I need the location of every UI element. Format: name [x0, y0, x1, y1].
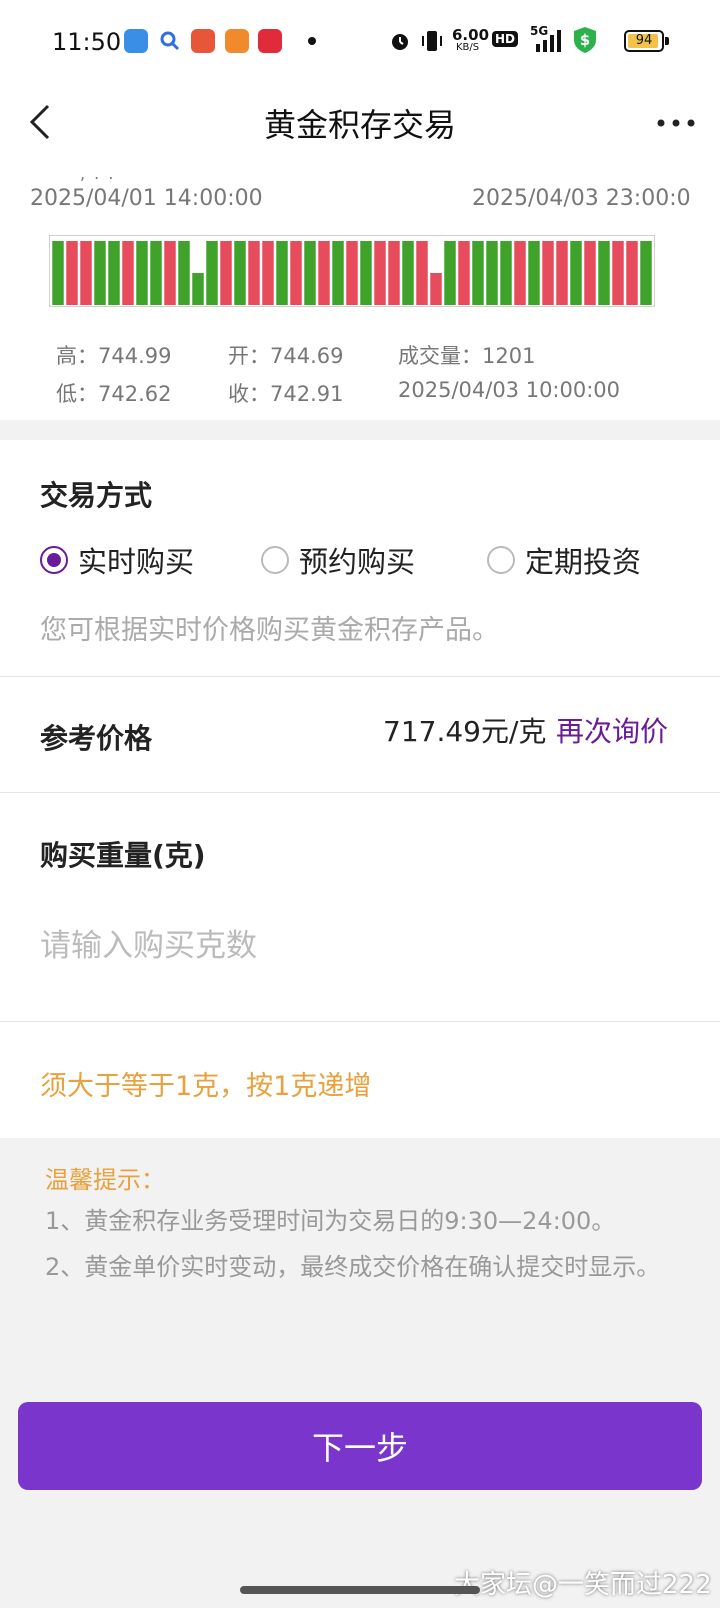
chart-bar[interactable]	[486, 241, 498, 305]
net-speed-unit: KB/S	[456, 42, 480, 53]
chart-bar[interactable]	[500, 241, 512, 305]
chart-bar[interactable]	[108, 241, 120, 305]
stat-volume: 成交量：1201	[398, 344, 536, 368]
chart-bar[interactable]	[570, 241, 582, 305]
bar-chart[interactable]	[49, 235, 655, 307]
chart-bar[interactable]	[458, 241, 470, 305]
chart-bar[interactable]	[206, 241, 218, 305]
radio-periodic-invest[interactable]: 定期投资	[487, 540, 641, 580]
chart-bar[interactable]	[192, 273, 204, 305]
radio-label: 预约购买	[299, 545, 416, 579]
weight-rule-hint: 须大于等于1克，按1克递增	[40, 1071, 372, 1102]
chart-bar[interactable]	[444, 241, 456, 305]
chart-bar[interactable]	[360, 241, 372, 305]
chart-bar[interactable]	[402, 241, 414, 305]
chart-stub-marks: , . .	[80, 164, 116, 183]
security-shield-icon: $	[574, 27, 596, 53]
chart-bar[interactable]	[122, 241, 134, 305]
chart-bar[interactable]	[626, 241, 638, 305]
hd-badge: HD	[492, 31, 519, 47]
chart-bar[interactable]	[318, 241, 330, 305]
more-options-icon[interactable]	[656, 118, 696, 128]
securities-app-icon	[191, 29, 215, 53]
title-bar: 黄金积存交易	[0, 82, 720, 162]
tips-title: 温馨提示：	[45, 1166, 165, 1194]
price-chart-card: , . . 2025/04/01 14:00:00 2025/04/03 23:…	[0, 162, 720, 420]
chart-bar[interactable]	[514, 241, 526, 305]
chart-bar[interactable]	[430, 273, 442, 305]
radio-label: 实时购买	[78, 545, 195, 579]
battery-icon: 94	[624, 30, 664, 52]
stat-low: 低：742.62	[56, 382, 172, 406]
page-title: 黄金积存交易	[263, 106, 456, 144]
radio-checked-icon[interactable]	[40, 546, 68, 574]
chart-bar[interactable]	[164, 241, 176, 305]
weight-label: 购买重量(克)	[40, 839, 206, 872]
chart-bar[interactable]	[52, 241, 64, 305]
radio-unchecked-icon[interactable]	[261, 546, 289, 574]
browser-app-icon	[124, 29, 148, 53]
watermark: 大家坛@一笑而过222	[454, 1570, 712, 1600]
chart-bar[interactable]	[66, 241, 78, 305]
reference-price-value: 717.49元/克	[383, 715, 547, 748]
chart-bar[interactable]	[304, 241, 316, 305]
chart-bar[interactable]	[388, 241, 400, 305]
chart-bar[interactable]	[150, 241, 162, 305]
stat-time: 2025/04/03 10:00:00	[398, 378, 621, 402]
vibrate-icon	[422, 31, 442, 51]
stat-open: 开：744.69	[228, 344, 344, 368]
stat-high: 高：744.99	[56, 344, 172, 368]
chart-end-time: 2025/04/03 23:00:00	[472, 186, 690, 211]
battery-level: 94	[635, 33, 653, 48]
chart-bar[interactable]	[136, 241, 148, 305]
signal-icon	[536, 30, 561, 52]
radio-realtime-buy[interactable]: 实时购买	[40, 540, 194, 580]
chart-bar[interactable]	[374, 241, 386, 305]
svg-text:$: $	[580, 31, 590, 49]
home-indicator[interactable]	[240, 1586, 480, 1594]
chart-bar[interactable]	[416, 241, 428, 305]
radio-unchecked-icon[interactable]	[487, 546, 515, 574]
chart-bar[interactable]	[472, 241, 484, 305]
chart-bar[interactable]	[528, 241, 540, 305]
stat-close: 收：742.91	[228, 382, 344, 406]
shopping-app-icon	[225, 29, 249, 53]
status-bar: 11:50 6.00 KB/S HD 5G $ 94	[0, 0, 720, 82]
gift-app-icon	[258, 29, 282, 53]
trade-mode-label: 交易方式	[40, 479, 153, 512]
radio-scheduled-buy[interactable]: 预约购买	[261, 540, 415, 580]
chart-bar[interactable]	[332, 241, 344, 305]
chart-bar[interactable]	[640, 241, 652, 305]
next-step-button[interactable]: 下一步	[18, 1402, 702, 1490]
weight-input[interactable]	[40, 918, 660, 974]
battery-tip	[665, 37, 669, 45]
radio-label: 定期投资	[525, 545, 642, 579]
alarm-icon	[392, 34, 408, 50]
chart-bar[interactable]	[276, 241, 288, 305]
chart-bar[interactable]	[612, 241, 624, 305]
chart-bar[interactable]	[542, 241, 554, 305]
notification-dot-icon	[308, 37, 316, 45]
reference-price-label: 参考价格	[40, 722, 153, 755]
chart-bar[interactable]	[80, 241, 92, 305]
reinquire-price-button[interactable]: 再次询价	[556, 710, 668, 750]
chart-bar[interactable]	[346, 241, 358, 305]
chart-bar[interactable]	[234, 241, 246, 305]
chart-bar[interactable]	[248, 241, 260, 305]
chart-bar[interactable]	[220, 241, 232, 305]
tip-item: 1、黄金积存业务受理时间为交易日的9:30—24:00。	[45, 1207, 616, 1235]
weight-section	[0, 793, 720, 1021]
chart-bar[interactable]	[262, 241, 274, 305]
chart-bar[interactable]	[584, 241, 596, 305]
status-time: 11:50	[52, 28, 122, 56]
trade-mode-hint: 您可根据实时价格购买黄金积存产品。	[40, 615, 499, 646]
chart-bar[interactable]	[290, 241, 302, 305]
search-app-icon	[158, 29, 182, 53]
tip-item: 2、黄金单价实时变动，最终成交价格在确认提交时显示。	[45, 1253, 661, 1281]
chart-bar[interactable]	[94, 241, 106, 305]
chart-bar[interactable]	[556, 241, 568, 305]
chart-start-time: 2025/04/01 14:00:00	[30, 186, 263, 211]
chart-bar[interactable]	[598, 241, 610, 305]
chart-bar[interactable]	[178, 241, 190, 305]
